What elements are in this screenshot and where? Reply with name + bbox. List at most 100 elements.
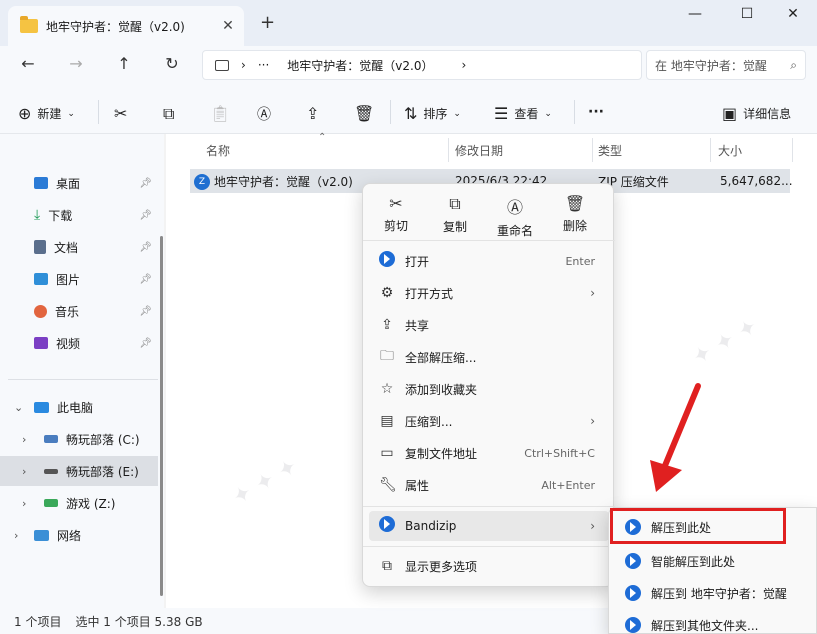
new-tab-button[interactable]: + [260,12,275,33]
view-button[interactable]: ☰ 查看 ⌄ [494,104,552,123]
menu-item-bandizip[interactable]: Bandizip › [369,511,609,541]
path-overflow-button[interactable]: ··· [258,58,269,72]
rename-label: 重命名 [496,224,533,238]
menu-item-label: 打开方式 [405,286,454,301]
menu-item-share[interactable]: ⇪ 共享 [369,310,609,340]
details-button[interactable]: ▣ 详细信息 [722,104,791,123]
navigation-pane: 桌面 📌︎ ⤓ 下载 📌︎ 文档 📌︎ 图片 📌︎ 音乐 📌︎ 视频 📌︎ ⌄ … [0,134,164,608]
shortcut-label: Alt+Enter [541,478,595,492]
computer-icon [34,401,49,413]
menu-item-add-favorites[interactable]: ☆ 添加到收藏夹 [369,374,609,404]
breadcrumb-folder[interactable]: 地牢守护者：觉醒（v2.0） [287,57,433,74]
divider [574,100,575,124]
address-bar[interactable]: › ··· 地牢守护者：觉醒（v2.0） › [202,50,642,80]
network-drive-icon [44,499,58,507]
file-name: 地牢守护者：觉醒（v2.0) [214,174,353,189]
sort-button[interactable]: ⇅ 排序 ⌄ [404,104,461,123]
column-date[interactable]: 修改日期 [455,142,503,159]
details-pane-icon: ▣ [722,104,738,123]
delete-button[interactable]: 🗑︎ 删除 [550,194,600,234]
zip-file-icon: Z [194,174,210,190]
sidebar-scrollbar[interactable] [160,236,163,596]
chevron-down-icon: ⌄ [544,108,552,119]
copy-icon[interactable]: ⧉ [163,104,174,124]
folder-icon [20,16,38,33]
music-icon [34,304,47,318]
cut-icon[interactable]: ✂ [114,104,127,123]
menu-item-open-with[interactable]: ⚙ 打开方式 › [369,278,609,308]
menu-item-copy-path[interactable]: ▭ 复制文件地址 Ctrl+Shift+C [369,438,609,468]
sidebar-item-drive-z[interactable]: › 游戏 (Z:) [0,488,158,518]
new-button[interactable]: ⊕ 新建 ⌄ [18,104,75,123]
delete-icon[interactable]: 🗑︎ [354,104,374,123]
tab-close-icon[interactable]: ✕ [216,18,240,34]
sidebar-item-drive-e[interactable]: › 畅玩部落 (E:) [0,456,158,486]
search-input[interactable]: 在 地牢守护者：觉醒 [655,57,790,74]
submenu-item-label: 解压到 地牢守护者：觉醒 [651,586,787,601]
share-icon[interactable]: ⇪ [306,104,319,123]
extract-icon: 🗀︎ [380,348,394,364]
rename-icon[interactable]: Ⓐ [257,104,271,124]
divider [448,138,449,162]
cut-button[interactable]: ✂ 剪切 [371,194,421,234]
pin-icon: 📌︎ [139,177,152,189]
delete-icon: 🗑︎ [564,194,586,213]
minimize-button[interactable]: — [680,6,710,22]
wrench-icon: 🔧︎ [379,477,397,493]
menu-item-label: Bandizip [405,519,457,533]
up-button[interactable]: ↑ [112,54,136,73]
sidebar-item-this-pc[interactable]: ⌄ 此电脑 [0,392,158,422]
document-icon [34,240,46,254]
back-button[interactable]: ← [16,54,40,73]
shortcut-label: Ctrl+Shift+C [524,446,595,460]
pin-icon: 📌︎ [139,337,152,349]
tab-current[interactable]: 地牢守护者：觉醒（v2.0) ✕ [8,6,244,46]
copy-button[interactable]: ⧉ 复制 [430,194,480,235]
divider [710,138,711,162]
menu-item-properties[interactable]: 🔧︎ 属性 Alt+Enter [369,470,609,500]
computer-icon [215,59,229,71]
search-box[interactable]: 在 地牢守护者：觉醒 ⌕ [646,50,806,80]
column-type[interactable]: 类型 [598,142,622,159]
sidebar-item-network[interactable]: › 网络 [0,520,158,550]
menu-item-extract-all[interactable]: 🗀︎ 全部解压缩... [369,342,609,372]
refresh-button[interactable]: ↻ [160,54,184,73]
column-name[interactable]: 名称 [206,142,230,159]
new-label: 新建 [37,107,62,121]
copy-path-icon: ▭ [380,445,394,461]
menu-item-label: 显示更多选项 [405,559,478,574]
navigation-bar: ← → ↑ ↻ › ··· 地牢守护者：觉醒（v2.0） › 在 地牢守护者：觉… [0,46,817,84]
forward-button[interactable]: → [64,54,88,73]
pin-icon: 📌︎ [139,305,152,317]
divider [8,379,158,380]
view-label: 查看 [514,107,539,121]
submenu-item-extract-other[interactable]: 解压到其他文件夹... [615,610,815,634]
chevron-down-icon: ⌄ [14,400,24,414]
sidebar-item-drive-c[interactable]: › 畅玩部落 (C:) [0,424,158,454]
sidebar-item-desktop[interactable]: 桌面 📌︎ [0,168,158,198]
submenu-item-extract-to-folder[interactable]: 解压到 地牢守护者：觉醒 [615,578,815,608]
submenu-item-smart-extract[interactable]: 智能解压到此处 [615,546,815,576]
item-count: 1 个项目 [14,614,62,629]
menu-item-open[interactable]: 打开 Enter [369,246,609,276]
close-window-button[interactable]: ✕ [778,6,808,22]
paste-icon[interactable]: 📋︎ [210,104,230,123]
sidebar-item-pictures[interactable]: 图片 📌︎ [0,264,158,294]
chevron-right-icon: › [241,58,246,72]
maximize-button[interactable]: ☐ [732,6,762,22]
more-options-button[interactable]: ··· [588,104,604,120]
sidebar-item-downloads[interactable]: ⤓ 下载 📌︎ [0,200,158,230]
chevron-right-icon: › [14,528,19,542]
sidebar-item-videos[interactable]: 视频 📌︎ [0,328,158,358]
menu-item-compress-to[interactable]: ▤ 压缩到... › [369,406,609,436]
tab-title: 地牢守护者：觉醒（v2.0) [46,19,185,34]
cut-label: 剪切 [383,219,408,233]
menu-item-more-options[interactable]: ⧉ 显示更多选项 [369,551,609,581]
delete-label: 删除 [562,219,587,233]
sidebar-item-documents[interactable]: 文档 📌︎ [0,232,158,262]
rename-button[interactable]: Ⓐ 重命名 [490,194,540,239]
sidebar-item-label: 游戏 (Z:) [66,496,116,511]
divider [792,138,793,162]
column-size[interactable]: 大小 [718,142,742,159]
sidebar-item-music[interactable]: 音乐 📌︎ [0,296,158,326]
